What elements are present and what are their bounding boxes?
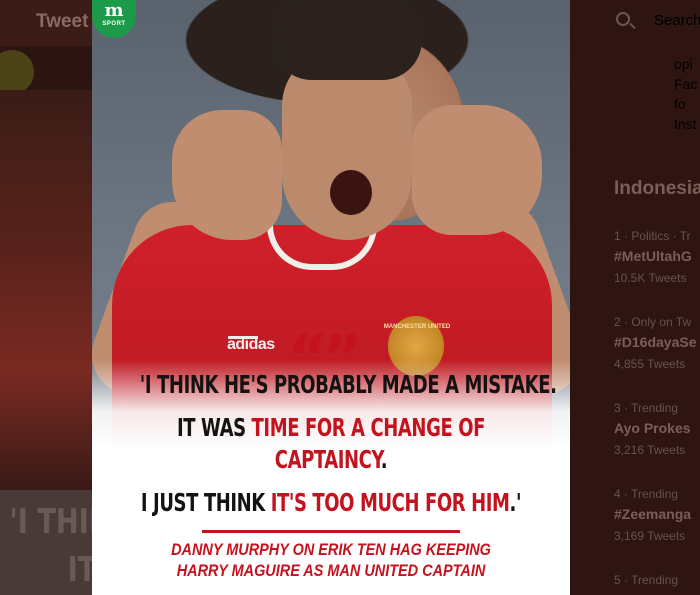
jersey-brand: adidas [227,336,275,353]
trend-count: 3,169 Tweets [614,529,686,543]
background-tweet-image [0,90,92,490]
player-hand [172,110,282,240]
divider [202,530,460,533]
trend-name: Ayo Prokes [614,420,691,436]
trend-meta: 2 · Only on Tw [614,315,692,329]
trend-count: 3,216 Tweets [614,443,686,457]
logo-letter: m [104,0,124,21]
player-hair [272,0,422,80]
trends-heading: Indonesia [614,178,700,199]
quote-line: 'I THINK HE'S PROBABLY MADE A MISTAKE. [140,370,557,399]
trend-name: #MetUltahG [614,248,692,264]
tweet-media-image[interactable]: adidas MANCHESTER UNITED m SPORT “” 'I T… [92,0,570,595]
trend-item[interactable]: 3 · Trending Ayo Prokes 3,216 Tweets [614,401,700,457]
quote-attribution: HARRY MAGUIRE AS MAN UNITED CAPTAIN [176,561,486,580]
trend-item[interactable]: 4 · Trending #Zeemanga 3,169 Tweets [614,487,700,543]
quote-text: IT WAS [177,413,252,442]
club-crest-text: MANCHESTER UNITED [383,324,451,330]
page-title: Tweet [36,11,89,32]
sidebar-snippet: Inst [674,116,697,132]
trend-meta: 4 · Trending [614,487,679,501]
quote-text: . [380,445,388,474]
trend-meta: 5 · Trending [614,573,679,587]
quote-text: 'I THINK HE'S PROBABLY MADE A MISTAKE. [139,370,557,399]
search-icon[interactable] [616,12,630,26]
sidebar-snippet: fo [674,96,686,112]
quote-text: I JUST THINK [140,488,271,517]
background-quote-line: IT [67,550,92,590]
quote-text: .' [509,488,522,517]
logo-label: SPORT [102,21,126,27]
background-quote-line: 'I THINK [9,502,92,542]
quote-line: CAPTAINCY. [140,445,522,474]
page-header: Tweet [0,0,92,46]
sidebar-snippet: Fac [674,76,698,92]
trend-count: 10.5K Tweets [614,271,687,285]
quote-highlight: IT'S TOO MUCH FOR HIM [270,488,510,517]
quote-line: I JUST THINK IT'S TOO MUCH FOR HIM.' [140,488,522,517]
quote-highlight: CAPTAINCY [274,445,381,474]
quote-line: IT WAS TIME FOR A CHANGE OF [140,413,522,442]
sidebar-snippet: opi [674,56,693,72]
background-quote: 'I THINK IT [0,490,92,595]
player-hand [412,105,542,235]
trend-meta: 1 · Politics · Tr [614,229,691,243]
player-mouth [330,170,372,215]
trend-item[interactable]: 5 · Trending [614,573,700,587]
trend-name: #D16dayaSe [614,334,697,350]
trend-name: #Zeemanga [614,506,692,522]
trend-item[interactable]: 2 · Only on Tw #D16dayaSe 4,855 Tweets [614,315,700,371]
quote-attribution: DANNY MURPHY ON ERIK TEN HAG KEEPING [171,540,491,559]
trend-item[interactable]: 1 · Politics · Tr #MetUltahG 10.5K Tweet… [614,229,700,285]
trend-meta: 3 · Trending [614,401,679,415]
search-input[interactable]: Search [654,12,700,29]
trend-count: 4,855 Tweets [614,357,686,371]
quote-highlight: TIME FOR A CHANGE OF [251,413,486,442]
